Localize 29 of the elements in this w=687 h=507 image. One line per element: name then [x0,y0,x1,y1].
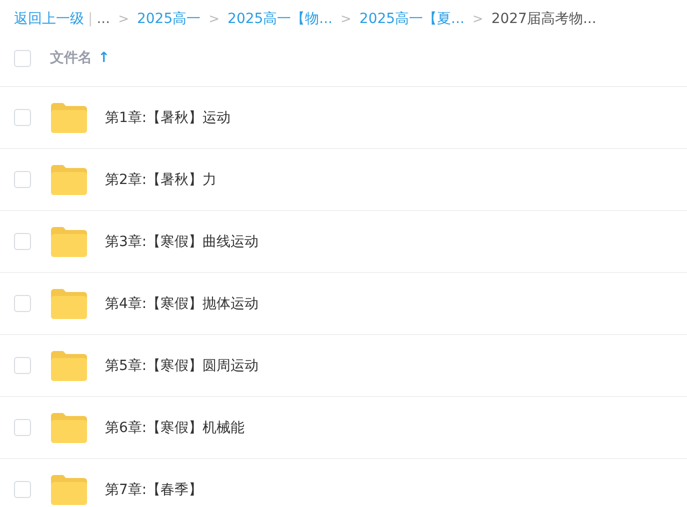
row-checkbox[interactable] [14,357,31,374]
row-checkbox[interactable] [14,171,31,188]
folder-icon [51,226,87,256]
divider-mark: | [88,11,93,27]
folder-icon [51,164,87,194]
file-name[interactable]: 第4章:【寒假】抛体运动 [105,294,259,312]
separator-mark: > [340,12,352,26]
folder-icon [51,474,87,504]
row-checkbox[interactable] [14,419,31,436]
ellipsis-link[interactable]: ... [96,11,110,27]
file-name[interactable]: 第3章:【寒假】曲线运动 [105,232,259,250]
folder-icon [51,350,87,380]
row-checkbox[interactable] [14,481,31,498]
file-name[interactable]: 第2章:【暑秋】力 [105,170,217,188]
select-all-checkbox[interactable] [14,50,31,66]
row-checkbox[interactable] [14,295,31,312]
row-checkbox[interactable] [14,109,31,126]
folder-icon [51,288,87,318]
folder-icon [51,102,87,132]
separator-mark: > [118,12,129,26]
separator-mark: > [472,12,484,26]
file-name[interactable]: 第1章:【暑秋】运动 [105,108,231,126]
separator-mark: > [208,12,220,26]
file-name[interactable]: 第7章:【春季】 [105,480,203,498]
file-name[interactable]: 第6章:【寒假】机械能 [105,418,245,436]
row-checkbox[interactable] [14,233,31,250]
file-name[interactable]: 第5章:【寒假】圆周运动 [105,356,259,374]
breadcrumb-current: 2027届高考物... [491,10,596,28]
folder-icon [51,412,87,442]
